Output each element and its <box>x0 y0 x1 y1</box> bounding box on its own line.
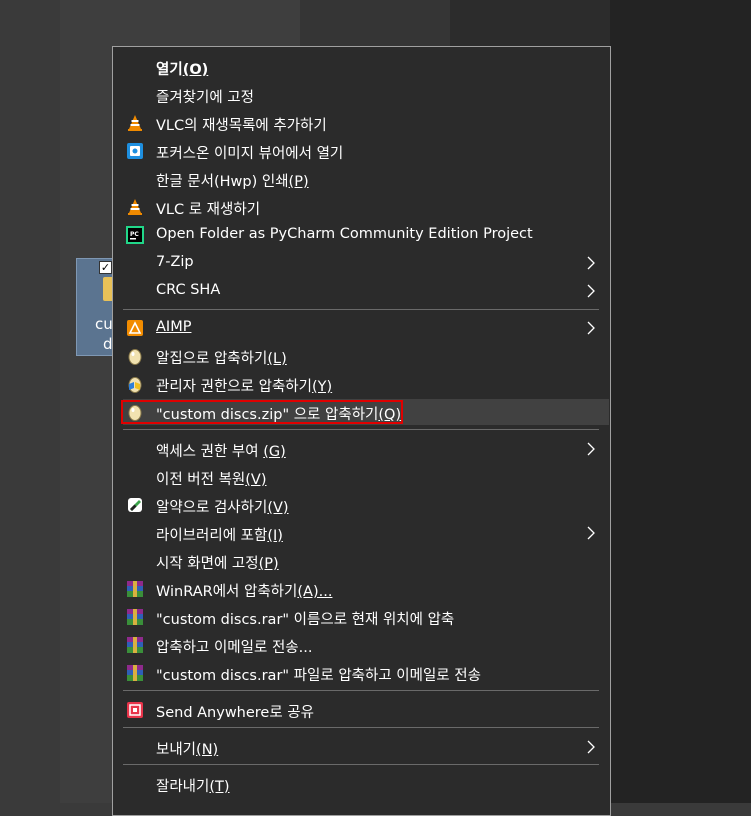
menu-item-winrar-add-accel: (A)... <box>297 584 333 600</box>
checkbox-icon[interactable]: ✓ <box>99 261 112 274</box>
menu-item-send-to-accel: (N) <box>196 742 219 758</box>
menu-item-aimp-label: AIMP <box>156 319 192 335</box>
vlc-cone-icon <box>128 199 142 215</box>
chevron-right-icon <box>587 284 595 298</box>
menu-item-include-library-label: 라이브러리에 포함 <box>156 528 268 544</box>
svg-text:PC: PC <box>130 231 139 238</box>
menu-item-winrar-rar-email-label: "custom discs.rar" 파일로 압축하고 이메일로 전송 <box>156 668 481 684</box>
menu-item-include-library-accel: (I) <box>267 528 283 544</box>
aimp-icon <box>127 320 143 336</box>
menu-item-vlc-play[interactable]: VLC 로 재생하기 <box>123 194 609 220</box>
menu-item-cut-accel: (T) <box>209 779 230 795</box>
menu-item-vlc-play-label: VLC 로 재생하기 <box>156 202 261 218</box>
menu-item-send-to[interactable]: 보내기(N) <box>123 734 609 760</box>
menu-item-7zip[interactable]: 7-Zip <box>123 250 609 276</box>
menu-item-alyac-scan-label: 알약으로 검사하기 <box>156 500 268 516</box>
menu-item-restore-versions-label: 이전 버전 복원 <box>156 472 246 488</box>
alzip-admin-icon <box>128 377 142 393</box>
pycharm-icon: PC <box>126 226 144 244</box>
menu-item-zip-custom-discs-label: "custom discs.zip" 으로 압축하기 <box>156 407 379 423</box>
winrar-icon <box>127 665 143 681</box>
menu-item-winrar-rar-email[interactable]: "custom discs.rar" 파일로 압축하고 이메일로 전송 <box>123 660 609 686</box>
menu-item-zip-custom-discs-accel: (Q) <box>378 407 402 423</box>
menu-item-grant-access-accel: (G) <box>263 444 286 460</box>
menu-item-winrar-email[interactable]: 압축하고 이메일로 전송... <box>123 632 609 658</box>
menu-item-restore-versions[interactable]: 이전 버전 복원(V) <box>123 464 609 490</box>
menu-item-grant-access[interactable]: 액세스 권한 부여 (G) <box>123 436 609 462</box>
menu-item-alzip-admin[interactable]: 관리자 권한으로 압축하기(Y) <box>123 371 609 397</box>
menu-item-open-accel: (O) <box>182 62 209 78</box>
menu-separator <box>123 764 599 765</box>
menu-item-alzip-compress[interactable]: 알집으로 압축하기(L) <box>123 343 609 369</box>
menu-item-send-to-label: 보내기 <box>156 742 197 758</box>
vlc-cone-icon <box>128 115 142 131</box>
send-anywhere-icon <box>127 702 143 718</box>
menu-item-pin-quick-access[interactable]: 즐겨찾기에 고정 <box>123 82 609 108</box>
menu-item-include-library[interactable]: 라이브러리에 포함(I) <box>123 520 609 546</box>
menu-item-hwp-print-accel: (P) <box>288 174 309 190</box>
winrar-icon <box>127 609 143 625</box>
chevron-right-icon <box>587 526 595 540</box>
selected-folder-icon[interactable]: ✓ cu d <box>76 258 116 356</box>
menu-item-alzip-admin-accel: (Y) <box>311 379 333 395</box>
folder-label-line1: cu <box>95 315 113 333</box>
menu-item-vlc-add-playlist-label: VLC의 재생목록에 추가하기 <box>156 118 327 134</box>
menu-item-send-anywhere[interactable]: Send Anywhere로 공유 <box>123 697 609 723</box>
menu-item-focuson-viewer-label: 포커스온 이미지 뷰어에서 열기 <box>156 146 344 162</box>
menu-item-pycharm-open-label: Open Folder as PyCharm Community Edition… <box>156 226 533 242</box>
menu-item-winrar-add[interactable]: WinRAR에서 압축하기(A)... <box>123 576 609 602</box>
menu-item-hwp-print-label: 한글 문서(Hwp) 인쇄 <box>156 174 289 190</box>
desktop-background-stripe <box>610 0 751 803</box>
menu-item-alyac-scan[interactable]: 알약으로 검사하기(V) <box>123 492 609 518</box>
menu-item-open[interactable]: 열기(O) <box>123 54 609 80</box>
menu-item-winrar-add-here[interactable]: "custom discs.rar" 이름으로 현재 위치에 압축 <box>123 604 609 630</box>
menu-item-send-anywhere-label: Send Anywhere로 공유 <box>156 705 314 721</box>
menu-item-hwp-print[interactable]: 한글 문서(Hwp) 인쇄(P) <box>123 166 609 192</box>
chevron-right-icon <box>587 442 595 456</box>
menu-item-grant-access-label: 액세스 권한 부여 <box>156 444 264 460</box>
menu-item-pin-quick-access-label: 즐겨찾기에 고정 <box>156 90 254 106</box>
menu-item-crc-sha[interactable]: CRC SHA <box>123 278 609 304</box>
menu-item-pin-start-label: 시작 화면에 고정 <box>156 556 259 572</box>
menu-separator <box>123 727 599 728</box>
menu-item-7zip-label: 7-Zip <box>156 254 194 270</box>
menu-separator <box>123 429 599 430</box>
winrar-icon <box>127 581 143 597</box>
menu-item-pin-start[interactable]: 시작 화면에 고정(P) <box>123 548 609 574</box>
menu-item-cut[interactable]: 잘라내기(T) <box>123 771 609 797</box>
winrar-icon <box>127 637 143 653</box>
menu-item-pin-start-accel: (P) <box>258 556 279 572</box>
menu-item-alzip-admin-label: 관리자 권한으로 압축하기 <box>156 379 312 395</box>
alzip-egg-icon <box>128 349 142 365</box>
menu-item-focuson-viewer[interactable]: 포커스온 이미지 뷰어에서 열기 <box>123 138 609 164</box>
menu-item-alzip-compress-label: 알집으로 압축하기 <box>156 351 268 367</box>
chevron-right-icon <box>587 740 595 754</box>
focuson-viewer-icon <box>127 143 143 159</box>
menu-item-open-label: 열기 <box>156 62 183 78</box>
chevron-right-icon <box>587 321 595 335</box>
menu-item-winrar-add-label: WinRAR에서 압축하기 <box>156 584 298 600</box>
context-menu: 열기(O) 즐겨찾기에 고정 VLC의 재생목록에 추가하기 포커스온 이미지 … <box>112 46 611 816</box>
menu-item-aimp[interactable]: AIMP <box>123 315 609 341</box>
menu-separator <box>123 309 599 310</box>
menu-item-restore-versions-accel: (V) <box>245 472 267 488</box>
menu-item-vlc-add-playlist[interactable]: VLC의 재생목록에 추가하기 <box>123 110 609 136</box>
menu-item-alzip-compress-accel: (L) <box>267 351 287 367</box>
menu-item-alyac-scan-accel: (V) <box>267 500 289 516</box>
menu-item-zip-custom-discs[interactable]: "custom discs.zip" 으로 압축하기(Q) <box>121 399 609 425</box>
chevron-right-icon <box>587 256 595 270</box>
menu-item-winrar-email-label: 압축하고 이메일로 전송... <box>156 640 313 656</box>
menu-separator <box>123 690 599 691</box>
menu-item-pycharm-open[interactable]: PC Open Folder as PyCharm Community Edit… <box>123 222 609 248</box>
menu-item-crc-sha-label: CRC SHA <box>156 282 221 298</box>
alzip-egg-icon <box>128 405 142 421</box>
menu-item-winrar-add-here-label: "custom discs.rar" 이름으로 현재 위치에 압축 <box>156 612 455 628</box>
menu-item-cut-label: 잘라내기 <box>156 779 210 795</box>
alyac-icon <box>128 498 142 512</box>
